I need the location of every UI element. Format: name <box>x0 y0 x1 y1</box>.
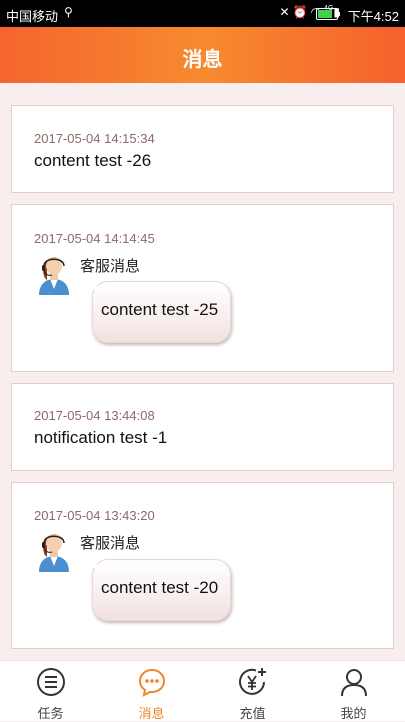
message-content: notification test -1 <box>34 428 168 447</box>
tab-mine[interactable]: 我的 <box>303 661 404 721</box>
yuan-add-icon <box>239 668 266 695</box>
tab-tasks[interactable]: 任务 <box>0 661 101 721</box>
chat-icon <box>138 668 166 697</box>
customer-service-avatar-icon <box>39 534 69 572</box>
message-card[interactable]: 2017-05-04 13:43:20 客服消息 content test -2… <box>11 482 394 649</box>
list-icon <box>37 668 65 696</box>
message-time: 2017-05-04 14:14:45 <box>34 231 155 246</box>
usb-icon: ⚲ <box>64 5 73 19</box>
carrier-name: 中国移动 <box>6 9 59 24</box>
status-bar: 中国移动 ⚲ ✕⏰◠4G▮ 下午4:52 <box>0 0 405 27</box>
tab-messages[interactable]: 消息 <box>101 661 202 721</box>
sender-name: 客服消息 <box>80 535 141 552</box>
message-time: 2017-05-04 14:15:34 <box>34 131 155 146</box>
bubble-text: content test -20 <box>101 578 219 597</box>
sender-name: 客服消息 <box>80 258 141 275</box>
message-bubble: content test -25 <box>81 276 231 343</box>
tab-recharge[interactable]: 充值 <box>202 661 303 721</box>
tab-label: 消息 <box>138 706 165 721</box>
message-content: content test -26 <box>34 151 152 170</box>
app-header: 消息 <box>0 27 405 83</box>
message-card[interactable]: 2017-05-04 14:15:34 content test -26 <box>11 105 394 193</box>
page-title: 消息 <box>182 49 223 71</box>
message-time: 2017-05-04 13:43:20 <box>34 508 155 523</box>
alarm-icon: ⏰ <box>292 5 311 19</box>
bubble-text: content test -25 <box>101 300 219 319</box>
battery-icon <box>316 8 340 20</box>
message-time: 2017-05-04 13:44:08 <box>34 408 155 423</box>
message-card[interactable]: 2017-05-04 13:44:08 notification test -1 <box>11 383 394 471</box>
customer-service-avatar-icon <box>39 257 69 295</box>
tab-label: 我的 <box>340 706 367 721</box>
bottom-tab-bar: 任务 消息 充值 我的 <box>0 660 405 721</box>
message-card[interactable]: 2017-05-04 14:14:45 客服消息 content test -2… <box>11 204 394 372</box>
tab-label: 充值 <box>239 706 266 721</box>
mute-icon: ✕ <box>279 5 293 19</box>
person-icon <box>341 669 367 697</box>
tab-label: 任务 <box>37 706 64 721</box>
status-time: 下午4:52 <box>347 9 399 24</box>
message-bubble: content test -20 <box>81 554 231 621</box>
